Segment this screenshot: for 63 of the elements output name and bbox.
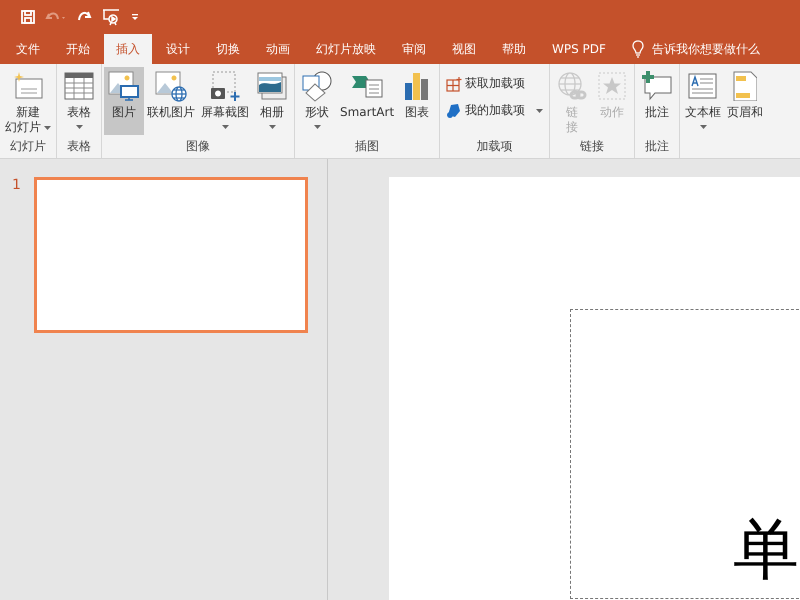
tell-me-field[interactable]: 告诉我你想要做什么 [652, 40, 760, 58]
ribbon-tab[interactable]: WPS PDF [540, 34, 618, 64]
presentation-icon[interactable] [101, 8, 121, 26]
new-slide-icon [12, 71, 44, 101]
slide-number: 1 [12, 177, 20, 195]
group-label: 批注 [645, 139, 670, 153]
dropdown-caret-icon[interactable] [314, 125, 320, 129]
picture-button[interactable]: 图片 [104, 67, 144, 135]
ribbon-tab[interactable]: 插入 [104, 34, 152, 64]
screenshot-button[interactable]: 屏幕截图 [198, 67, 252, 135]
online-picture-button[interactable]: 联机图片 [144, 67, 198, 135]
ribbon-tab[interactable]: 动画 [254, 34, 302, 64]
dropdown-caret-icon[interactable] [76, 125, 82, 129]
table-button[interactable]: 表格 [59, 67, 99, 135]
album-button[interactable]: 相册 [252, 67, 292, 135]
group-label: 加载项 [476, 139, 513, 153]
table-icon [64, 72, 94, 100]
dropdown-caret-icon[interactable] [222, 125, 228, 129]
dropdown-caret-icon[interactable] [44, 126, 51, 130]
header-footer-icon [733, 71, 758, 101]
textbox-button[interactable]: 文本框 [682, 67, 724, 135]
ribbon-tab[interactable]: 帮助 [490, 34, 538, 64]
new-slide-button[interactable]: 新建 幻灯片 [2, 67, 54, 135]
group-label: 幻灯片 [10, 139, 46, 153]
addins-icon [446, 102, 462, 118]
text-box-icon [688, 72, 718, 100]
group-label: 表格 [67, 139, 91, 153]
save-icon[interactable] [20, 9, 36, 25]
dropdown-caret-icon[interactable] [700, 125, 707, 129]
ribbon-tab[interactable]: 开始 [54, 34, 102, 64]
ribbon-tab[interactable]: 幻灯片放映 [304, 34, 388, 64]
store-icon [446, 76, 462, 92]
slide-text: 单 [733, 510, 799, 590]
smartart-button[interactable]: SmartArt [337, 67, 398, 135]
picture-globe-icon [155, 70, 187, 102]
comment-button[interactable]: 批注 [637, 67, 678, 135]
ribbon-tab[interactable]: 审阅 [390, 34, 438, 64]
shapes-icon [301, 70, 333, 102]
add-comment-icon [641, 71, 674, 101]
slide-canvas[interactable]: 单 [389, 177, 800, 600]
dropdown-caret-icon[interactable] [536, 108, 544, 112]
text-placeholder[interactable]: 单 [570, 309, 800, 599]
screenshot-icon [209, 70, 241, 102]
lightbulb-icon[interactable] [632, 40, 644, 58]
group-label: 链接 [580, 139, 604, 153]
header-button[interactable]: 页眉和 [724, 67, 766, 135]
ribbon-tab[interactable]: 切换 [204, 34, 252, 64]
ribbon-tab[interactable]: 设计 [154, 34, 202, 64]
ribbon-tab[interactable]: 视图 [440, 34, 488, 64]
shapes-button[interactable]: 形状 [297, 67, 337, 135]
photo-album-icon [256, 71, 288, 101]
my-addins-button[interactable]: 我的加载项 [444, 100, 546, 121]
dropdown-caret-icon[interactable] [268, 125, 276, 129]
group-label: 图像 [186, 139, 210, 153]
picture-icon [108, 70, 140, 102]
chart-button[interactable]: 图表 [397, 67, 438, 135]
slide-thumbnail[interactable] [34, 177, 308, 333]
globe-link-icon [556, 70, 588, 102]
group-label: 插图 [355, 139, 380, 153]
ribbon-tab[interactable]: 文件 [4, 34, 52, 64]
get-addins-button[interactable]: 获取加载项 [444, 73, 546, 94]
customize-icon[interactable] [130, 12, 140, 22]
bar-chart-icon [404, 71, 430, 101]
